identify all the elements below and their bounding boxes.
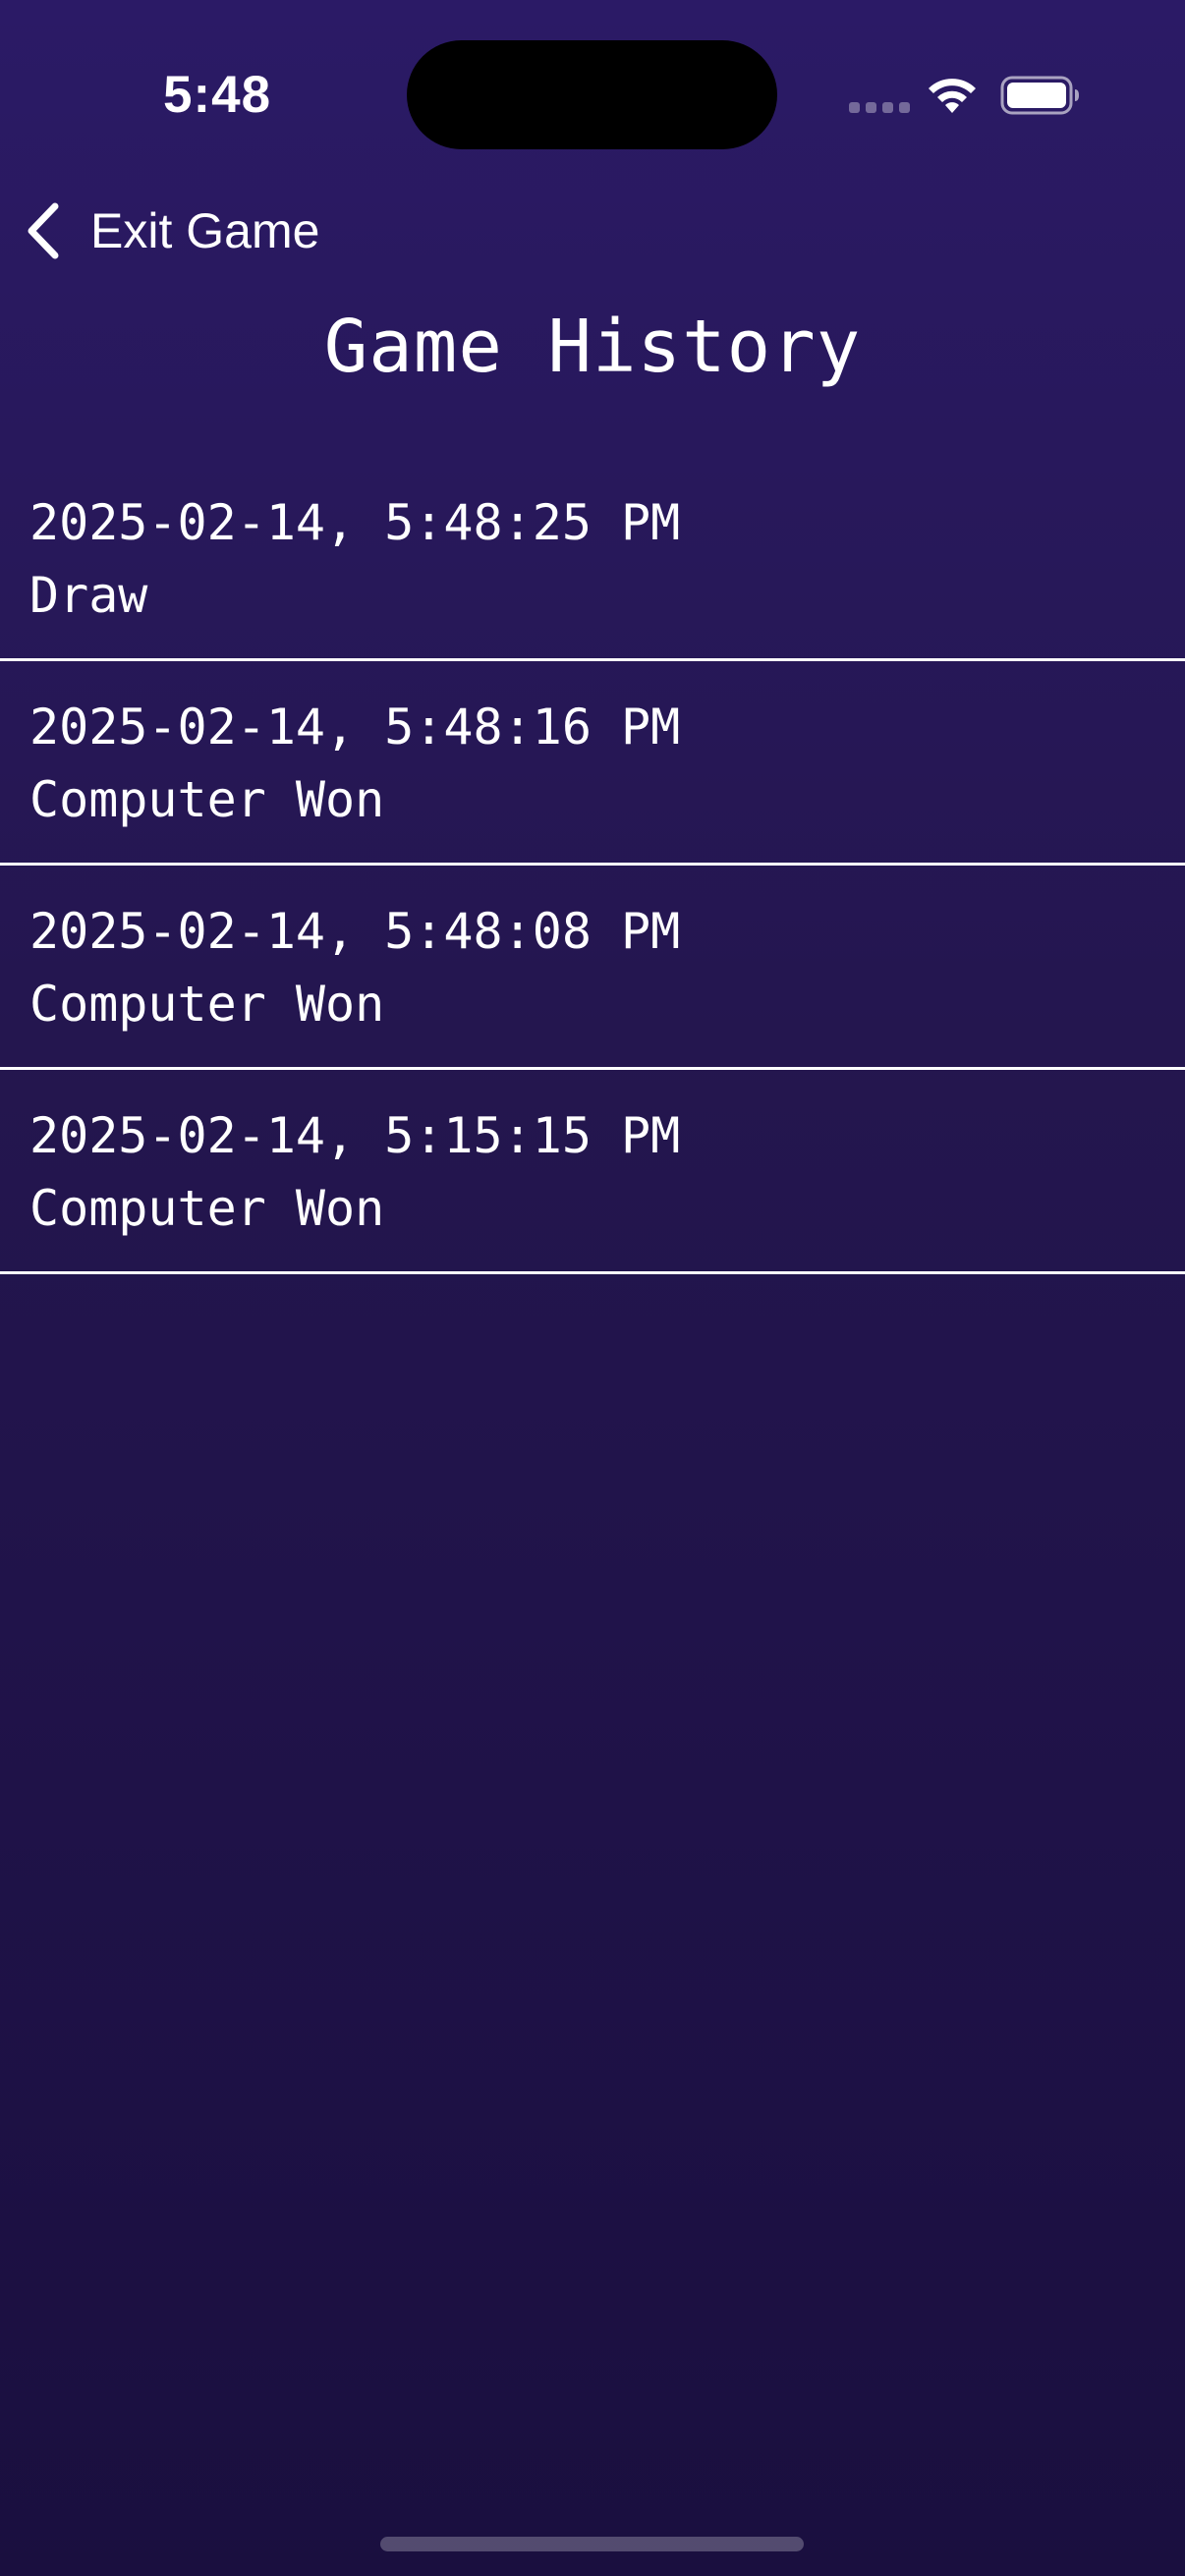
history-result: Draw xyxy=(29,567,148,624)
history-row[interactable]: 2025-02-14, 5:48:08 PM Computer Won xyxy=(0,866,1185,1070)
history-row[interactable]: 2025-02-14, 5:15:15 PM Computer Won xyxy=(0,1070,1185,1274)
history-date: 2025-02-14, 5:48:25 PM xyxy=(29,494,681,551)
status-time: 5:48 xyxy=(163,66,272,124)
history-result: Computer Won xyxy=(29,771,385,828)
cellular-dots-icon xyxy=(849,102,910,113)
history-date: 2025-02-14, 5:15:15 PM xyxy=(29,1107,681,1164)
exit-game-label: Exit Game xyxy=(90,203,320,258)
status-bar: 5:48 xyxy=(0,0,1185,187)
history-result: Computer Won xyxy=(29,1180,385,1237)
exit-game-button[interactable]: Exit Game xyxy=(24,196,319,265)
chevron-left-icon xyxy=(28,202,59,259)
battery-icon xyxy=(1000,76,1079,115)
wifi-icon xyxy=(929,79,976,113)
history-result: Computer Won xyxy=(29,976,385,1033)
history-row[interactable]: 2025-02-14, 5:48:16 PM Computer Won xyxy=(0,661,1185,866)
home-indicator[interactable] xyxy=(380,2537,804,2551)
history-date: 2025-02-14, 5:48:08 PM xyxy=(29,903,681,960)
history-row[interactable]: 2025-02-14, 5:48:25 PM Draw xyxy=(0,457,1185,661)
history-date: 2025-02-14, 5:48:16 PM xyxy=(29,699,681,756)
page-title: Game History xyxy=(323,305,862,389)
history-list: 2025-02-14, 5:48:25 PM Draw 2025-02-14, … xyxy=(0,457,1185,1274)
dynamic-island xyxy=(407,40,777,149)
